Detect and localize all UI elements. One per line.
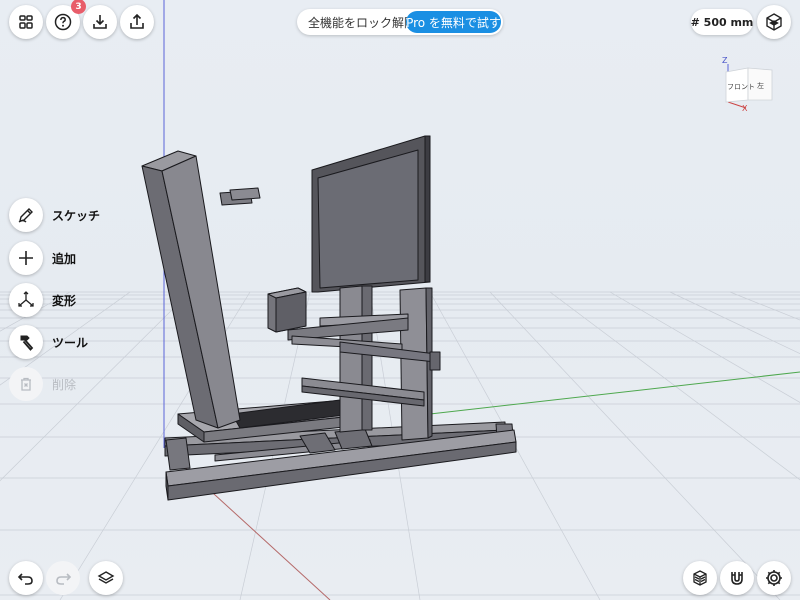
unlock-banner[interactable]: 全機能をロック解除 Pro を無料で試す bbox=[297, 9, 503, 35]
undo-icon bbox=[17, 573, 33, 585]
tool-label: 削除 bbox=[52, 377, 77, 392]
snap-button[interactable] bbox=[720, 561, 754, 595]
download-icon bbox=[93, 15, 107, 29]
redo-button[interactable] bbox=[46, 561, 80, 595]
plus-icon bbox=[19, 251, 33, 265]
tool-transform[interactable]: 変形 bbox=[9, 283, 76, 317]
tool-label: 変形 bbox=[52, 293, 77, 308]
redo-icon bbox=[56, 573, 72, 585]
add-button[interactable] bbox=[9, 241, 43, 275]
import-button[interactable] bbox=[83, 5, 117, 39]
transform-button[interactable] bbox=[9, 283, 43, 317]
sketch-button[interactable] bbox=[9, 198, 43, 232]
axis-x-label: X bbox=[742, 104, 748, 113]
layers-icon bbox=[97, 571, 115, 584]
magnet-icon bbox=[731, 572, 743, 585]
tool-tools[interactable]: ツール bbox=[9, 325, 88, 359]
tool-sketch[interactable]: スケッチ bbox=[9, 198, 100, 232]
try-pro-button[interactable]: Pro を無料で試す bbox=[406, 11, 501, 33]
cube-front-label: フロント bbox=[727, 83, 755, 91]
tool-label: ツール bbox=[52, 335, 89, 350]
material-cube-icon bbox=[693, 570, 707, 586]
tool-add[interactable]: 追加 bbox=[9, 241, 76, 275]
view-mode-button[interactable] bbox=[757, 5, 791, 39]
apps-grid-icon bbox=[19, 15, 33, 29]
tools-button[interactable] bbox=[9, 325, 43, 359]
layers-button[interactable] bbox=[89, 561, 123, 595]
pencil-icon bbox=[18, 208, 33, 223]
transform-arrows-icon bbox=[18, 291, 34, 307]
tool-label: スケッチ bbox=[52, 208, 101, 223]
export-button[interactable] bbox=[120, 5, 154, 39]
delete-button[interactable] bbox=[9, 367, 43, 401]
view-cube[interactable]: Z X フロント 左 bbox=[718, 56, 776, 114]
tool-delete[interactable]: 削除 bbox=[9, 367, 76, 401]
axis-z-label: Z bbox=[722, 56, 728, 65]
trash-icon bbox=[21, 377, 31, 391]
share-upload-icon bbox=[130, 13, 144, 29]
unlock-text: 全機能をロック解除 bbox=[308, 15, 417, 30]
hammer-icon bbox=[20, 335, 34, 351]
gear-icon bbox=[766, 570, 782, 586]
cube-view-icon bbox=[766, 13, 782, 31]
grid-size-button[interactable]: # 500 mm bbox=[691, 9, 753, 35]
apps-grid-button[interactable] bbox=[9, 5, 43, 39]
help-icon bbox=[54, 13, 72, 31]
settings-button[interactable] bbox=[757, 561, 791, 595]
tool-label: 追加 bbox=[52, 251, 77, 266]
viewport-canvas[interactable] bbox=[0, 0, 800, 600]
cube-left-label: 左 bbox=[757, 82, 764, 90]
material-button[interactable] bbox=[683, 561, 717, 595]
undo-button[interactable] bbox=[9, 561, 43, 595]
help-button[interactable]: 3 bbox=[46, 0, 86, 39]
